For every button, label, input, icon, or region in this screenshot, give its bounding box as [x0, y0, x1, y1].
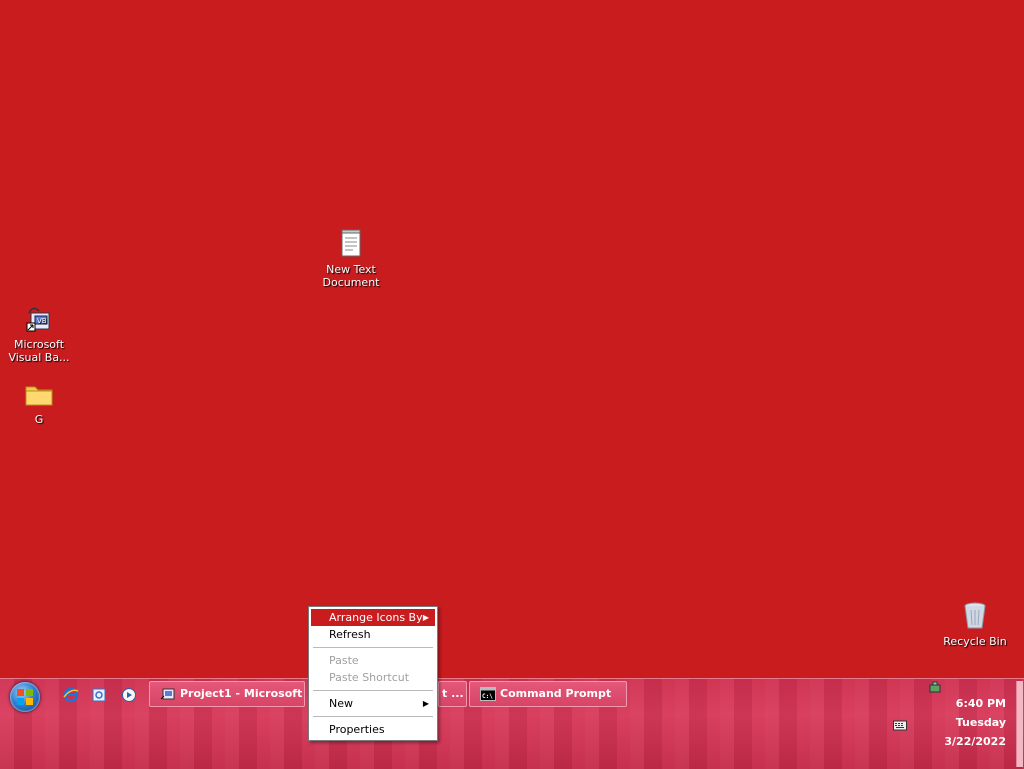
network-icon[interactable] — [928, 681, 942, 695]
menu-item-arrange-icons-by[interactable]: Arrange Icons By ▶ — [311, 609, 435, 626]
desktop-icon-label: Microsoft — [13, 338, 65, 351]
menu-item-paste[interactable]: Paste — [311, 652, 435, 669]
menu-item-label: Paste — [329, 654, 359, 667]
taskbar: Project1 - Microsoft ... t ... C:\ Comma… — [0, 678, 1024, 769]
desktop-icon-label: New Text — [326, 263, 376, 276]
svg-text:C:\: C:\ — [482, 693, 493, 700]
tray-date: 3/22/2022 — [944, 735, 1006, 748]
keyboard-icon[interactable] — [893, 719, 907, 731]
taskbar-button-label: Project1 - Microsoft ... — [180, 687, 305, 700]
media-player-icon[interactable] — [121, 687, 137, 703]
menu-separator — [313, 716, 433, 717]
taskbar-button-label: t ... — [442, 687, 464, 700]
tray-time: 6:40 PM — [955, 697, 1006, 710]
submenu-arrow-icon: ▶ — [422, 699, 429, 708]
menu-item-new[interactable]: New ▶ — [311, 695, 435, 712]
menu-separator — [313, 690, 433, 691]
menu-item-refresh[interactable]: Refresh — [311, 626, 435, 643]
desktop-icon-new-text-document[interactable]: New Text Document — [311, 228, 391, 289]
start-button[interactable] — [10, 682, 40, 712]
recycle-bin-icon — [964, 602, 986, 629]
taskbar-button-command-prompt[interactable]: C:\ Command Prompt — [469, 681, 627, 707]
taskbar-button-label: Command Prompt — [500, 687, 612, 700]
tray-clock[interactable]: 6:40 PM Tuesday 3/22/2022 — [930, 697, 1006, 749]
desktop-context-menu: Arrange Icons By ▶ Refresh Paste Paste S… — [308, 606, 438, 741]
svg-text:VB: VB — [37, 317, 47, 325]
menu-item-label: Refresh — [329, 628, 371, 641]
menu-item-paste-shortcut[interactable]: Paste Shortcut — [311, 669, 435, 686]
menu-separator — [313, 647, 433, 648]
desktop-icon-folder-g[interactable]: G — [0, 378, 79, 426]
desktop-icon-label: Visual Ba... — [8, 351, 70, 364]
visual-basic-icon: VB — [26, 307, 50, 332]
taskbar-button-project1[interactable]: Project1 - Microsoft ... — [149, 681, 305, 707]
desktop-icon-label: Recycle Bin — [943, 635, 1007, 648]
desktop-icon-label: G — [34, 413, 44, 426]
taskbar-button-hidden[interactable]: t ... — [438, 681, 467, 707]
submenu-arrow-icon: ▶ — [422, 613, 429, 622]
menu-item-properties[interactable]: Properties — [311, 721, 435, 738]
visual-basic-icon — [160, 688, 175, 700]
desktop-icon-label: Document — [322, 276, 380, 289]
internet-explorer-icon[interactable] — [63, 687, 79, 703]
menu-item-label: Properties — [329, 723, 385, 736]
desktop-icon-visual-basic[interactable]: VB Microsoft Visual Ba... — [0, 303, 79, 364]
menu-item-label: Paste Shortcut — [329, 671, 410, 684]
command-prompt-icon: C:\ — [480, 687, 496, 701]
windows-start-orb-icon — [17, 689, 33, 705]
folder-icon — [25, 386, 53, 406]
menu-item-label: Arrange Icons By — [329, 611, 423, 624]
desktop-icon-recycle-bin[interactable]: Recycle Bin — [935, 600, 1015, 648]
text-document-icon — [341, 229, 361, 257]
taskbar-scrollbar[interactable] — [1016, 681, 1023, 767]
menu-item-label: New — [329, 697, 353, 710]
outlook-express-icon[interactable] — [91, 687, 107, 703]
tray-day: Tuesday — [955, 716, 1006, 729]
